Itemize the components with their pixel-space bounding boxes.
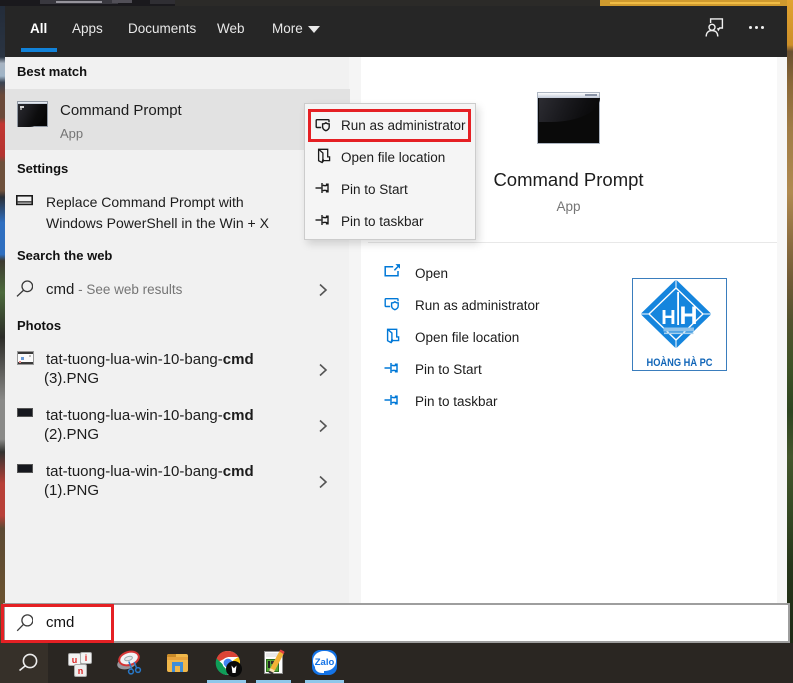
svg-text:HOÀNG HÀ PC: HOÀNG HÀ PC <box>647 356 713 369</box>
svg-text:H: H <box>679 302 697 330</box>
svg-text:H: H <box>661 307 675 329</box>
